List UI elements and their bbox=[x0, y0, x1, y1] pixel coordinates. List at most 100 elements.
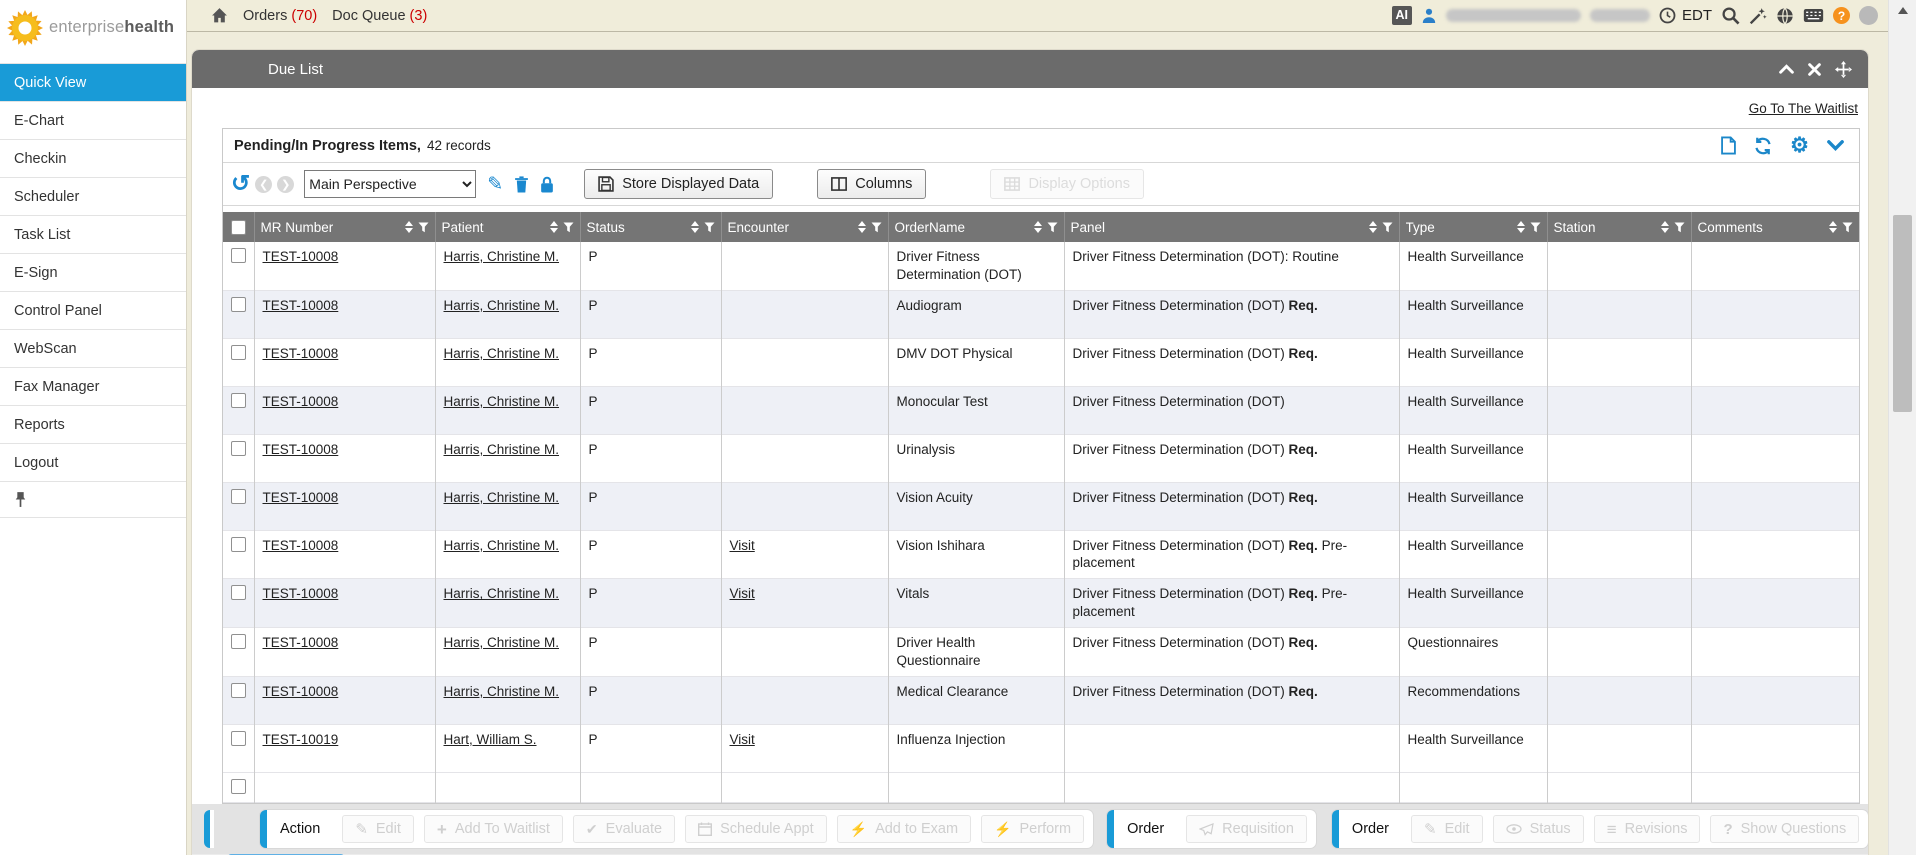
encounter-link[interactable]: Visit bbox=[730, 538, 755, 553]
mr-number-link[interactable]: TEST-10019 bbox=[263, 732, 339, 747]
user-icon[interactable] bbox=[1421, 7, 1437, 24]
filter-funnel-icon[interactable] bbox=[418, 222, 429, 233]
filter-funnel-icon[interactable] bbox=[563, 222, 574, 233]
patient-link[interactable]: Hart, William S. bbox=[444, 732, 537, 747]
search-icon[interactable] bbox=[1721, 6, 1740, 25]
store-displayed-data-button[interactable]: Store Displayed Data bbox=[584, 169, 773, 199]
row-checkbox[interactable] bbox=[231, 537, 246, 552]
sidebar-item-e-sign[interactable]: E-Sign bbox=[0, 254, 186, 292]
row-checkbox[interactable] bbox=[231, 393, 246, 408]
tab-orders[interactable]: Orders (70) bbox=[243, 8, 317, 24]
ai-badge[interactable]: AI bbox=[1392, 6, 1413, 25]
column-header-type[interactable]: Type bbox=[1399, 212, 1547, 242]
bottom-select-checkbox[interactable] bbox=[231, 779, 246, 794]
mr-number-link[interactable]: TEST-10008 bbox=[263, 490, 339, 505]
gear-icon[interactable]: ⚙ bbox=[1790, 135, 1809, 156]
column-header-station[interactable]: Station bbox=[1547, 212, 1691, 242]
column-header-ordername[interactable]: OrderName bbox=[888, 212, 1064, 242]
add-to-waitlist-button[interactable]: +Add To Waitlist bbox=[424, 815, 563, 843]
display-options-button[interactable]: Display Options bbox=[990, 169, 1144, 199]
home-icon[interactable] bbox=[211, 7, 228, 24]
mr-number-link[interactable]: TEST-10008 bbox=[263, 394, 339, 409]
encounter-link[interactable]: Visit bbox=[730, 586, 755, 601]
row-checkbox[interactable] bbox=[231, 731, 246, 746]
patient-link[interactable]: Harris, Christine M. bbox=[444, 298, 560, 313]
column-header-mr-number[interactable]: MR Number bbox=[254, 212, 435, 242]
patient-link[interactable]: Harris, Christine M. bbox=[444, 249, 560, 264]
avatar[interactable] bbox=[1859, 6, 1878, 25]
status-button[interactable]: Status bbox=[1493, 815, 1584, 843]
patient-link[interactable]: Harris, Christine M. bbox=[444, 346, 560, 361]
filter-funnel-icon[interactable] bbox=[1530, 222, 1541, 233]
mr-number-link[interactable]: TEST-10008 bbox=[263, 249, 339, 264]
row-checkbox[interactable] bbox=[231, 345, 246, 360]
delete-perspective-icon[interactable] bbox=[514, 176, 529, 193]
sidebar-item-reports[interactable]: Reports bbox=[0, 406, 186, 444]
sidebar-pin[interactable] bbox=[0, 482, 186, 518]
row-checkbox[interactable] bbox=[231, 441, 246, 456]
mr-number-link[interactable]: TEST-10008 bbox=[263, 684, 339, 699]
sidebar-item-control-panel[interactable]: Control Panel bbox=[0, 292, 186, 330]
close-icon[interactable] bbox=[1808, 63, 1821, 76]
sort-icon[interactable] bbox=[405, 221, 413, 233]
filter-funnel-icon[interactable] bbox=[1674, 222, 1685, 233]
sidebar-item-fax-manager[interactable]: Fax Manager bbox=[0, 368, 186, 406]
lock-icon[interactable] bbox=[540, 176, 554, 193]
go-to-waitlist-link[interactable]: Go To The Waitlist bbox=[1749, 101, 1858, 116]
sidebar-item-checkin[interactable]: Checkin bbox=[0, 140, 186, 178]
patient-link[interactable]: Harris, Christine M. bbox=[444, 538, 560, 553]
vertical-scrollbar-thumb[interactable] bbox=[1893, 215, 1912, 412]
add-to-exam-button[interactable]: ⚡Add to Exam bbox=[837, 815, 971, 843]
sidebar-item-webscan[interactable]: WebScan bbox=[0, 330, 186, 368]
requisition-button[interactable]: Requisition bbox=[1186, 815, 1307, 843]
schedule-appt-button[interactable]: Schedule Appt bbox=[685, 815, 827, 843]
sort-icon[interactable] bbox=[858, 221, 866, 233]
filter-funnel-icon[interactable] bbox=[704, 222, 715, 233]
revisions-button[interactable]: ≡Revisions bbox=[1594, 815, 1701, 843]
sort-icon[interactable] bbox=[1034, 221, 1042, 233]
encounter-link[interactable]: Visit bbox=[730, 732, 755, 747]
show-questions-button[interactable]: ?Show Questions bbox=[1710, 815, 1859, 843]
row-checkbox[interactable] bbox=[231, 585, 246, 600]
sort-icon[interactable] bbox=[1517, 221, 1525, 233]
prev-perspective-icon[interactable]: ❮ bbox=[255, 176, 272, 193]
globe-icon[interactable] bbox=[1776, 7, 1794, 25]
column-header-patient[interactable]: Patient bbox=[435, 212, 580, 242]
chevron-down-icon[interactable] bbox=[1827, 140, 1844, 151]
row-checkbox[interactable] bbox=[231, 683, 246, 698]
mr-number-link[interactable]: TEST-10008 bbox=[263, 298, 339, 313]
mr-number-link[interactable]: TEST-10008 bbox=[263, 346, 339, 361]
patient-link[interactable]: Harris, Christine M. bbox=[444, 635, 560, 650]
sidebar-item-logout[interactable]: Logout bbox=[0, 444, 186, 482]
sidebar-item-task-list[interactable]: Task List bbox=[0, 216, 186, 254]
column-header-encounter[interactable]: Encounter bbox=[721, 212, 888, 242]
sidebar-item-quick-view[interactable]: Quick View bbox=[0, 64, 186, 102]
perform-button[interactable]: ⚡Perform bbox=[981, 815, 1084, 843]
patient-link[interactable]: Harris, Christine M. bbox=[444, 490, 560, 505]
column-header-comments[interactable]: Comments bbox=[1691, 212, 1859, 242]
sort-icon[interactable] bbox=[1661, 221, 1669, 233]
vertical-scrollbar[interactable] bbox=[1888, 0, 1916, 855]
mr-number-link[interactable]: TEST-10008 bbox=[263, 442, 339, 457]
magic-wand-icon[interactable] bbox=[1749, 7, 1767, 25]
help-icon[interactable]: ? bbox=[1833, 7, 1850, 24]
mr-number-link[interactable]: TEST-10008 bbox=[263, 538, 339, 553]
sort-icon[interactable] bbox=[1829, 221, 1837, 233]
timezone-label[interactable]: EDT bbox=[1682, 7, 1712, 24]
filter-funnel-icon[interactable] bbox=[871, 222, 882, 233]
new-document-icon[interactable] bbox=[1721, 136, 1736, 155]
evaluate-button[interactable]: ✔Evaluate bbox=[573, 815, 675, 843]
patient-link[interactable]: Harris, Christine M. bbox=[444, 684, 560, 699]
row-checkbox[interactable] bbox=[231, 248, 246, 263]
sidebar-item-e-chart[interactable]: E-Chart bbox=[0, 102, 186, 140]
filter-funnel-icon[interactable] bbox=[1382, 222, 1393, 233]
sort-icon[interactable] bbox=[550, 221, 558, 233]
sort-icon[interactable] bbox=[691, 221, 699, 233]
edit-button[interactable]: ✎Edit bbox=[1411, 815, 1483, 843]
refresh-icon[interactable] bbox=[1754, 137, 1772, 155]
edit-perspective-icon[interactable]: ✎ bbox=[487, 173, 503, 196]
row-checkbox[interactable] bbox=[231, 489, 246, 504]
column-header-panel[interactable]: Panel bbox=[1064, 212, 1399, 242]
column-header-status[interactable]: Status bbox=[580, 212, 721, 242]
keyboard-icon[interactable] bbox=[1803, 8, 1824, 23]
